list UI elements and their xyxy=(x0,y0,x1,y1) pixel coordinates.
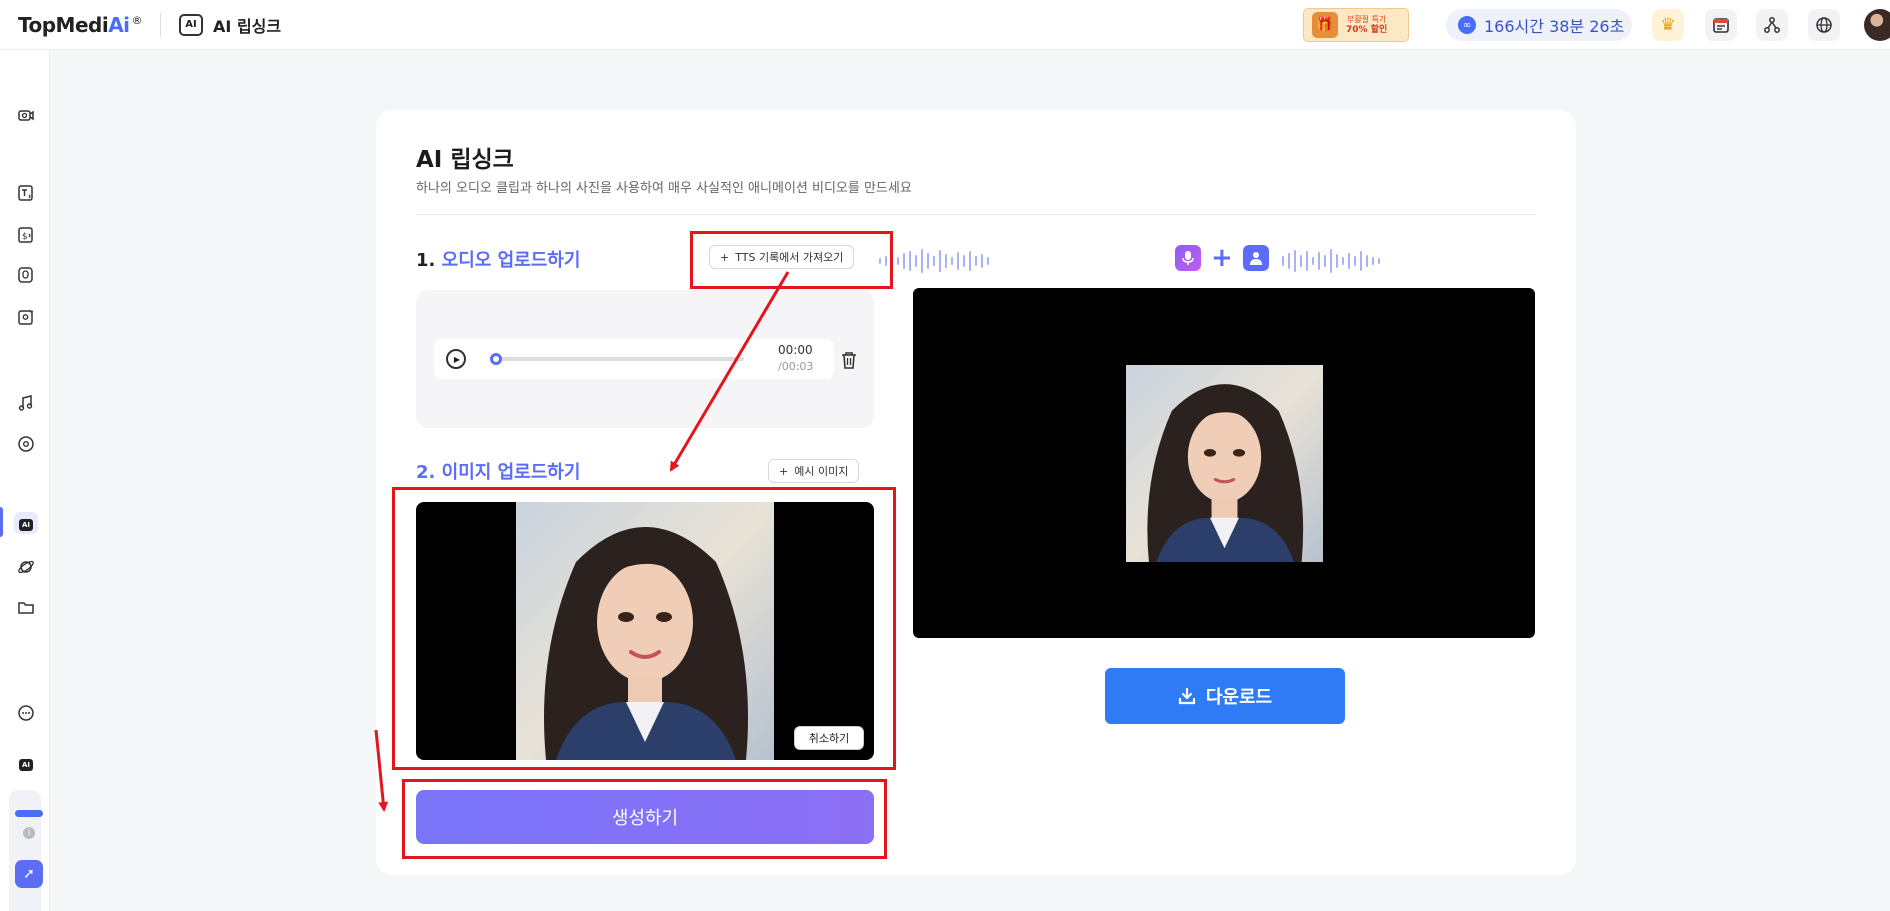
left-waveform xyxy=(879,249,989,273)
promo-line1: 부활절 특가 xyxy=(1346,15,1387,24)
trash-icon[interactable] xyxy=(840,350,860,370)
app-logo[interactable]: TopMediAi ® xyxy=(18,13,143,37)
audio-player: ▶ 00:00 /00:03 xyxy=(434,339,834,379)
audio-section-title: 1. 오디오 업로드하기 xyxy=(416,250,581,271)
preview-portrait-image xyxy=(1126,365,1323,562)
infinity-icon: ∞ xyxy=(1458,16,1476,34)
audio-seek-handle[interactable] xyxy=(490,353,502,365)
crown-icon[interactable]: ♛ xyxy=(1652,9,1684,41)
video-camera-icon[interactable] xyxy=(17,106,35,124)
app-title-text: AI 립싱크 xyxy=(213,16,282,36)
annotation-box-tts xyxy=(690,231,893,289)
credit-timer[interactable]: ∞ 166시간 38분 26초 xyxy=(1446,9,1632,41)
promo-line2: 70% 할인 xyxy=(1346,25,1388,35)
usage-progress-bar xyxy=(15,810,43,817)
duration-time: /00:03 xyxy=(778,360,814,373)
calendar-icon[interactable] xyxy=(1705,9,1737,41)
right-waveform xyxy=(1282,249,1380,273)
play-icon[interactable]: ▶ xyxy=(446,349,466,369)
microphone-icon xyxy=(1175,245,1201,271)
sidebar-quick-panel xyxy=(9,790,41,911)
svg-text:$: $ xyxy=(22,232,28,242)
rocket-icon[interactable]: ➚ xyxy=(15,860,43,888)
timer-text: 166시간 38분 26초 xyxy=(1484,17,1625,36)
plus-icon: + xyxy=(779,464,789,478)
music-disc-icon[interactable] xyxy=(17,435,35,453)
audio-upload-box: ▶ 00:00 /00:03 xyxy=(416,290,874,428)
info-icon[interactable]: i xyxy=(23,827,35,839)
chat-icon[interactable] xyxy=(17,704,35,722)
folder-icon[interactable] xyxy=(17,599,35,617)
plus-icon: + xyxy=(1211,243,1233,273)
ai-tool-icon[interactable]: AI xyxy=(17,756,35,774)
page-title: AI 립싱크 xyxy=(416,147,514,173)
app-title: AI AI 립싱크 xyxy=(179,13,281,37)
gift-icon: 🎁 xyxy=(1312,12,1338,38)
text-to-speech-icon[interactable] xyxy=(17,184,35,202)
header-divider xyxy=(160,12,162,37)
music-note-icon[interactable] xyxy=(17,394,35,412)
annotation-box-generate xyxy=(402,779,887,859)
active-indicator xyxy=(0,507,3,537)
image-section-title: 2. 이미지 업로드하기 xyxy=(416,462,581,483)
download-icon xyxy=(1178,687,1195,705)
download-button[interactable]: 다운로드 xyxy=(1105,668,1345,724)
voice-changer-icon[interactable]: $ xyxy=(17,226,35,244)
vocal-remover-icon[interactable] xyxy=(17,266,35,284)
left-sidebar: $ AI AI xyxy=(0,50,50,911)
promo-banner[interactable]: 🎁 부활절 특가 70% 할인 xyxy=(1303,8,1409,42)
divider xyxy=(416,214,1536,215)
globe-icon[interactable] xyxy=(1808,9,1840,41)
planet-icon[interactable] xyxy=(17,558,35,576)
audio-seek-track[interactable] xyxy=(492,357,744,361)
sample-image-button[interactable]: + 예시 이미지 xyxy=(768,459,860,483)
page-subtitle: 하나의 오디오 클립과 하나의 사진을 사용하여 매우 사실적인 애니메이션 비… xyxy=(416,181,912,196)
voice-clone-icon[interactable] xyxy=(17,308,35,326)
video-preview[interactable] xyxy=(913,288,1535,638)
current-time: 00:00 xyxy=(778,343,813,357)
network-icon[interactable] xyxy=(1756,9,1788,41)
annotation-box-image xyxy=(392,487,896,770)
ai-app-icon: AI xyxy=(179,13,204,36)
ai-lipsync-icon[interactable]: AI xyxy=(17,516,35,534)
user-avatar[interactable] xyxy=(1864,9,1890,41)
person-icon xyxy=(1243,245,1269,271)
